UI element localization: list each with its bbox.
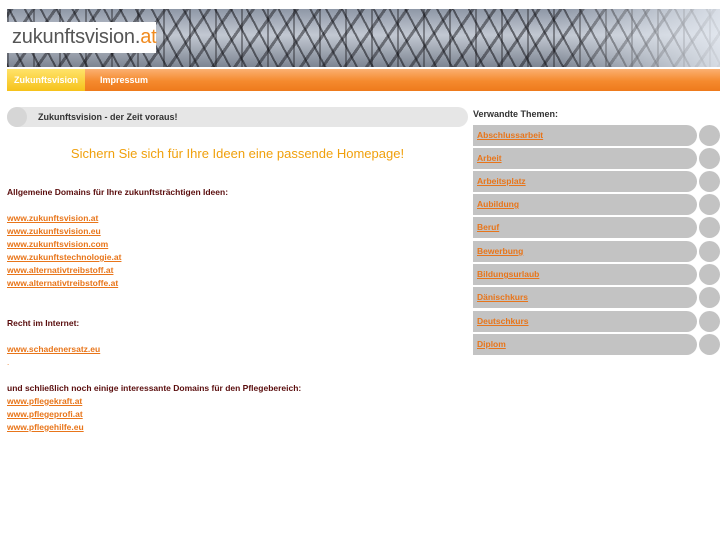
care-heading: und schließlich noch einige interessante… bbox=[7, 383, 302, 393]
topic-bullet-icon bbox=[699, 241, 720, 262]
topic-bullet-icon bbox=[699, 125, 720, 146]
domain-link[interactable]: www.alternativtreibstoffe.at bbox=[7, 278, 118, 288]
topic-link[interactable]: Abschlussarbeit bbox=[477, 125, 543, 146]
topic-link[interactable]: Bewerbung bbox=[477, 241, 523, 262]
headline: Sichern Sie sich für Ihre Ideen eine pas… bbox=[70, 146, 405, 161]
separator-dot: . bbox=[7, 358, 10, 367]
topic-link[interactable]: Arbeitsplatz bbox=[477, 171, 526, 192]
domain-link[interactable]: www.pflegekraft.at bbox=[7, 396, 82, 406]
related-topics-title: Verwandte Themen: bbox=[473, 109, 559, 119]
topic-bullet-icon bbox=[699, 311, 720, 332]
general-domains-heading: Allgemeine Domains für Ihre zukunftsträc… bbox=[7, 187, 229, 197]
topic-link[interactable]: Bildungsurlaub bbox=[477, 264, 539, 285]
logo-main-text: zukunftsvision. bbox=[12, 26, 141, 48]
topic-link[interactable]: Aubildung bbox=[477, 194, 519, 215]
nav-item-impressum[interactable]: Impressum bbox=[93, 69, 155, 91]
topic-bullet-icon bbox=[699, 194, 720, 215]
topic-item[interactable]: Beruf bbox=[473, 217, 697, 238]
header-banner: zukunftsvision.at bbox=[7, 9, 720, 67]
domain-link[interactable]: www.zukunftsvision.com bbox=[7, 239, 108, 249]
topic-item[interactable]: Aubildung bbox=[473, 194, 697, 215]
main-nav: Zukunftsvision Impressum bbox=[7, 69, 720, 91]
domain-link[interactable]: www.alternativtreibstoff.at bbox=[7, 265, 113, 275]
topic-item[interactable]: Arbeitsplatz bbox=[473, 171, 697, 192]
page-title-bar: Zukunftsvision - der Zeit voraus! bbox=[7, 107, 468, 127]
topic-link[interactable]: Arbeit bbox=[477, 148, 502, 169]
domain-link[interactable]: www.zukunftsvision.eu bbox=[7, 226, 101, 236]
topic-item[interactable]: Abschlussarbeit bbox=[473, 125, 697, 146]
topic-item[interactable]: Arbeit bbox=[473, 148, 697, 169]
law-heading: Recht im Internet: bbox=[7, 318, 80, 328]
topic-link[interactable]: Beruf bbox=[477, 217, 499, 238]
topic-bullet-icon bbox=[699, 171, 720, 192]
topic-item[interactable]: Deutschkurs bbox=[473, 311, 697, 332]
domain-link[interactable]: www.pflegehilfe.eu bbox=[7, 422, 84, 432]
domain-link[interactable]: www.schadenersatz.eu bbox=[7, 344, 100, 354]
logo-tld-text: at bbox=[140, 26, 157, 48]
topic-item[interactable]: Bildungsurlaub bbox=[473, 264, 697, 285]
topic-item[interactable]: Bewerbung bbox=[473, 241, 697, 262]
domain-link[interactable]: www.zukunftsvision.at bbox=[7, 213, 98, 223]
topic-bullet-icon bbox=[699, 264, 720, 285]
page-title: Zukunftsvision - der Zeit voraus! bbox=[38, 112, 178, 122]
nav-item-zukunftsvision[interactable]: Zukunftsvision bbox=[7, 69, 85, 91]
title-bullet-icon bbox=[7, 107, 27, 127]
topic-bullet-icon bbox=[699, 334, 720, 355]
domain-link[interactable]: www.zukunftstechnologie.at bbox=[7, 252, 121, 262]
topic-bullet-icon bbox=[699, 148, 720, 169]
topic-link[interactable]: Diplom bbox=[477, 334, 506, 355]
topic-item[interactable]: Dänischkurs bbox=[473, 287, 697, 308]
topic-item[interactable]: Diplom bbox=[473, 334, 697, 355]
site-logo[interactable]: zukunftsvision.at bbox=[7, 22, 157, 53]
topic-bullet-icon bbox=[699, 287, 720, 308]
topic-link[interactable]: Deutschkurs bbox=[477, 311, 529, 332]
domain-link[interactable]: www.pflegeprofi.at bbox=[7, 409, 83, 419]
topic-bullet-icon bbox=[699, 217, 720, 238]
topic-link[interactable]: Dänischkurs bbox=[477, 287, 528, 308]
